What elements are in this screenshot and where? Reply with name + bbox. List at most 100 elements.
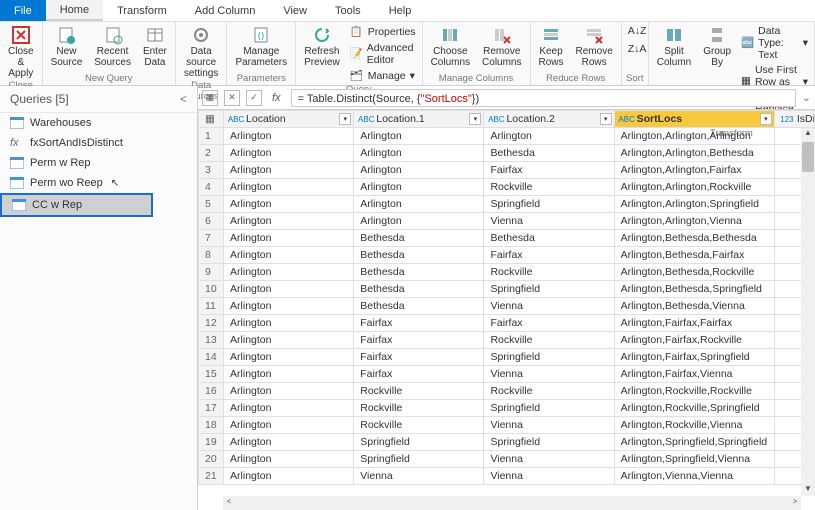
- collapse-pane-button[interactable]: <: [180, 92, 187, 106]
- cell[interactable]: Vienna: [484, 451, 614, 468]
- table-row[interactable]: 14ArlingtonFairfaxSpringfieldArlington,F…: [199, 349, 815, 366]
- row-number[interactable]: 21: [199, 468, 224, 485]
- row-number[interactable]: 8: [199, 247, 224, 264]
- cell[interactable]: Arlington,Bethesda,Bethesda: [614, 230, 774, 247]
- cell[interactable]: Arlington,Arlington,Rockville: [614, 179, 774, 196]
- cell[interactable]: Arlington: [224, 417, 354, 434]
- filter-button[interactable]: ▾: [760, 113, 772, 125]
- table-row[interactable]: 5ArlingtonArlingtonSpringfieldArlington,…: [199, 196, 815, 213]
- cell[interactable]: Arlington,Fairfax,Springfield: [614, 349, 774, 366]
- table-row[interactable]: 12ArlingtonFairfaxFairfaxArlington,Fairf…: [199, 315, 815, 332]
- cell[interactable]: Arlington: [224, 213, 354, 230]
- table-row[interactable]: 20ArlingtonSpringfieldViennaArlington,Sp…: [199, 451, 815, 468]
- scroll-right-button[interactable]: >: [789, 497, 801, 509]
- cell[interactable]: Arlington: [224, 383, 354, 400]
- query-item-perm-w-rep[interactable]: Perm w Rep: [0, 153, 197, 173]
- cell[interactable]: Springfield: [484, 400, 614, 417]
- table-options-button[interactable]: ▦: [202, 90, 218, 106]
- column-header-location[interactable]: ABCLocation▾: [224, 111, 354, 128]
- row-number[interactable]: 19: [199, 434, 224, 451]
- cell[interactable]: Arlington: [224, 230, 354, 247]
- table-row[interactable]: 19ArlingtonSpringfieldSpringfieldArlingt…: [199, 434, 815, 451]
- row-number[interactable]: 9: [199, 264, 224, 281]
- cell[interactable]: Arlington,Bethesda,Fairfax: [614, 247, 774, 264]
- sort-desc-button[interactable]: Z↓A: [626, 42, 644, 58]
- cell[interactable]: Arlington,Rockville,Springfield: [614, 400, 774, 417]
- row-number[interactable]: 7: [199, 230, 224, 247]
- row-number[interactable]: 4: [199, 179, 224, 196]
- scroll-left-button[interactable]: <: [223, 497, 235, 509]
- scroll-up-button[interactable]: ▲: [802, 128, 814, 140]
- cell[interactable]: Arlington: [224, 247, 354, 264]
- menu-home[interactable]: Home: [46, 0, 103, 21]
- horizontal-scrollbar[interactable]: < >: [223, 496, 801, 510]
- table-row[interactable]: 16ArlingtonRockvilleRockvilleArlington,R…: [199, 383, 815, 400]
- cell[interactable]: Arlington,Bethesda,Springfield: [614, 281, 774, 298]
- cell[interactable]: Springfield: [354, 434, 484, 451]
- cell[interactable]: Vienna: [484, 417, 614, 434]
- cell[interactable]: Arlington,Arlington,Springfield: [614, 196, 774, 213]
- menu-add-column[interactable]: Add Column: [181, 0, 270, 21]
- cell[interactable]: Arlington: [224, 196, 354, 213]
- column-header-sortlocs[interactable]: ABCSortLocs▾: [614, 111, 774, 128]
- cell[interactable]: Arlington,Rockville,Rockville: [614, 383, 774, 400]
- manage-parameters-button[interactable]: ⟨⟩Manage Parameters: [231, 24, 291, 69]
- cell[interactable]: Springfield: [484, 349, 614, 366]
- table-row[interactable]: 2ArlingtonArlingtonBethesdaArlington,Arl…: [199, 145, 815, 162]
- expand-formula-button[interactable]: ⌄: [802, 91, 811, 104]
- scroll-thumb[interactable]: [802, 142, 814, 172]
- keep-rows-button[interactable]: Keep Rows: [535, 24, 568, 69]
- cell[interactable]: Rockville: [354, 400, 484, 417]
- cell[interactable]: Fairfax: [484, 162, 614, 179]
- menu-help[interactable]: Help: [375, 0, 426, 21]
- corner-cell[interactable]: ▦: [199, 111, 224, 128]
- column-header-isdist[interactable]: 123IsDist: [774, 111, 814, 128]
- row-number[interactable]: 10: [199, 281, 224, 298]
- cell[interactable]: Bethesda: [354, 247, 484, 264]
- query-item-cc-w-rep[interactable]: CC w Rep: [0, 193, 153, 217]
- cell[interactable]: Arlington,Fairfax,Vienna: [614, 366, 774, 383]
- column-header-location1[interactable]: ABCLocation.1▾: [354, 111, 484, 128]
- table-row[interactable]: 17ArlingtonRockvilleSpringfieldArlington…: [199, 400, 815, 417]
- cell[interactable]: Rockville: [354, 417, 484, 434]
- row-number[interactable]: 15: [199, 366, 224, 383]
- cell[interactable]: Arlington,Rockville,Vienna: [614, 417, 774, 434]
- filter-button[interactable]: ▾: [469, 113, 481, 125]
- cell[interactable]: Fairfax: [354, 332, 484, 349]
- cell[interactable]: Vienna: [484, 213, 614, 230]
- table-row[interactable]: 15ArlingtonFairfaxViennaArlington,Fairfa…: [199, 366, 815, 383]
- table-row[interactable]: 13ArlingtonFairfaxRockvilleArlington,Fai…: [199, 332, 815, 349]
- row-number[interactable]: 3: [199, 162, 224, 179]
- cell[interactable]: Springfield: [484, 434, 614, 451]
- cell[interactable]: Arlington: [354, 196, 484, 213]
- table-row[interactable]: 6ArlingtonArlingtonViennaArlington,Arlin…: [199, 213, 815, 230]
- cell[interactable]: Arlington: [354, 128, 484, 145]
- cell[interactable]: Fairfax: [354, 315, 484, 332]
- cell[interactable]: Arlington: [354, 145, 484, 162]
- cell[interactable]: Arlington: [224, 145, 354, 162]
- cell[interactable]: Arlington: [354, 162, 484, 179]
- cell[interactable]: Arlington,Vienna,Vienna: [614, 468, 774, 485]
- cell[interactable]: Arlington,Arlington,Arlington: [614, 128, 774, 145]
- cell[interactable]: Arlington: [224, 434, 354, 451]
- query-item-perm-wo-reep[interactable]: Perm wo Reep↖: [0, 173, 197, 193]
- advanced-editor-button[interactable]: 📝Advanced Editor: [348, 41, 418, 67]
- menu-view[interactable]: View: [269, 0, 321, 21]
- close-apply-button[interactable]: Close & Apply: [4, 24, 38, 80]
- table-row[interactable]: 8ArlingtonBethesdaFairfaxArlington,Bethe…: [199, 247, 815, 264]
- table-row[interactable]: 1ArlingtonArlingtonArlingtonArlington,Ar…: [199, 128, 815, 145]
- cell[interactable]: Bethesda: [354, 298, 484, 315]
- row-number[interactable]: 16: [199, 383, 224, 400]
- cell[interactable]: Arlington,Springfield,Vienna: [614, 451, 774, 468]
- cell[interactable]: Arlington: [224, 315, 354, 332]
- cell[interactable]: Fairfax: [484, 315, 614, 332]
- cell[interactable]: Fairfax: [354, 366, 484, 383]
- remove-columns-button[interactable]: Remove Columns: [478, 24, 525, 69]
- cell[interactable]: Bethesda: [354, 264, 484, 281]
- cell[interactable]: Arlington,Bethesda,Vienna: [614, 298, 774, 315]
- table-row[interactable]: 3ArlingtonArlingtonFairfaxArlington,Arli…: [199, 162, 815, 179]
- cell[interactable]: Rockville: [484, 179, 614, 196]
- table-row[interactable]: 21ArlingtonViennaViennaArlington,Vienna,…: [199, 468, 815, 485]
- row-number[interactable]: 5: [199, 196, 224, 213]
- cell[interactable]: Springfield: [354, 451, 484, 468]
